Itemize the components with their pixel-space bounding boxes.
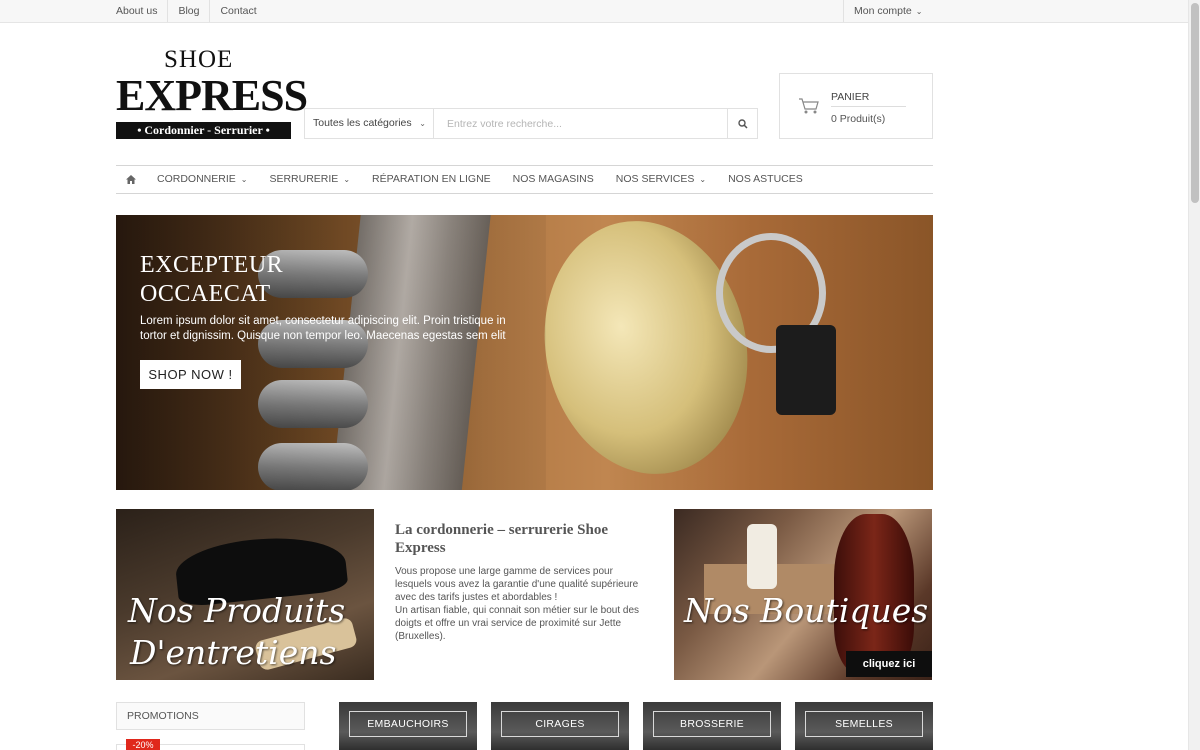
category-tile-label: CIRAGES	[535, 718, 585, 730]
logo-line2: EXPRESS	[116, 71, 308, 120]
hero-title-line2: OCCAECAT	[140, 281, 271, 307]
intro-paragraph2: Un artisan fiable, qui connait son métie…	[395, 605, 640, 642]
intro-title: La cordonnerie – serrurerie Shoe Express	[395, 522, 609, 556]
category-tile-embauchoirs[interactable]: EMBAUCHOIRS	[339, 702, 477, 750]
cart-title: PANIER	[831, 91, 870, 103]
category-tile-label: SEMELLES	[835, 718, 893, 730]
intro-paragraph1: Vous propose une large gamme de services…	[395, 566, 639, 603]
blog-link[interactable]: Blog	[168, 0, 211, 22]
cart-count: 0 Produit(s)	[831, 113, 886, 125]
nav-item-label: RÉPARATION EN LIGNE	[372, 173, 491, 185]
nav-item-astuces[interactable]: NOS ASTUCES	[717, 166, 814, 193]
scrollbar-thumb[interactable]	[1191, 3, 1199, 203]
category-tile-label: EMBAUCHOIRS	[367, 718, 449, 730]
search-input[interactable]	[434, 109, 727, 138]
scrollbar[interactable]	[1188, 0, 1200, 750]
nav-item-label: SERRURERIE	[269, 173, 339, 185]
nav-item-serrurerie[interactable]: SERRURERIE ⌄	[258, 166, 361, 193]
nav-item-label: NOS SERVICES	[615, 173, 695, 185]
promo-image-bottle	[747, 524, 777, 589]
hero-title-line1: EXCEPTEUR	[140, 252, 284, 278]
promo-products-line1: Nos Produits	[128, 591, 346, 630]
nav-item-label: CORDONNERIE	[157, 173, 236, 185]
category-tile-brosserie[interactable]: BROSSERIE	[643, 702, 781, 750]
chevron-down-icon: ⌄	[240, 175, 248, 184]
category-tile-cirages[interactable]: CIRAGES	[491, 702, 629, 750]
nav-home[interactable]	[116, 175, 146, 184]
chevron-down-icon: ⌄	[343, 175, 351, 184]
cart-icon	[799, 98, 819, 114]
hero-title: EXCEPTEUR OCCAECAT	[140, 251, 283, 309]
promo-boutiques-line1: Nos Boutiques	[684, 591, 929, 630]
nav-item-services[interactable]: NOS SERVICES ⌄	[605, 166, 717, 193]
chevron-down-icon: ⌄	[915, 7, 923, 16]
chevron-down-icon: ⌄	[419, 119, 426, 128]
search-button[interactable]	[727, 109, 757, 138]
nav-item-cordonnerie[interactable]: CORDONNERIE ⌄	[146, 166, 258, 193]
promo-boutiques-banner[interactable]: Nos Boutiques cliquez ici	[674, 509, 932, 680]
discount-badge: -20%	[126, 739, 160, 750]
category-select-label: Toutes les catégories	[313, 117, 412, 129]
category-select[interactable]: Toutes les catégories ⌄	[305, 109, 434, 138]
account-menu[interactable]: Mon compte ⌄	[843, 0, 933, 22]
category-tile-label: BROSSERIE	[680, 718, 744, 730]
search-icon	[737, 118, 748, 129]
nav-item-label: NOS MAGASINS	[512, 173, 594, 185]
logo[interactable]: SHOE EXPRESS • Cordonnier - Serrurier •	[116, 46, 308, 139]
logo-line3: • Cordonnier - Serrurier •	[116, 122, 291, 139]
contact-link[interactable]: Contact	[210, 0, 266, 22]
top-links: About us Blog Contact	[116, 0, 933, 22]
promo-products-line2: D'entretiens	[130, 633, 337, 672]
promotions-heading: PROMOTIONS	[116, 702, 305, 730]
about-us-link[interactable]: About us	[116, 0, 169, 22]
hero-text: Lorem ipsum dolor sit amet, consectetur …	[140, 315, 506, 342]
shop-now-button[interactable]: SHOP NOW !	[140, 360, 241, 389]
main-nav: CORDONNERIE ⌄ SERRURERIE ⌄ RÉPARATION EN L…	[116, 165, 933, 194]
search-bar: Toutes les catégories ⌄	[304, 108, 758, 139]
click-here-button[interactable]: cliquez ici	[846, 651, 932, 677]
chevron-down-icon: ⌄	[699, 175, 707, 184]
intro-block: La cordonnerie – serrurerie Shoe Express…	[395, 521, 650, 643]
cart-divider	[831, 106, 906, 107]
hero-banner[interactable]: EXCEPTEUR OCCAECAT Lorem ipsum dolor sit …	[116, 215, 933, 490]
cart-widget[interactable]: PANIER 0 Produit(s)	[779, 73, 933, 139]
top-bar: About us Blog Contact Mon compte ⌄	[0, 0, 1188, 23]
promo-products-banner[interactable]: Nos Produits D'entretiens	[116, 509, 374, 680]
home-icon	[126, 175, 136, 184]
nav-item-reparation[interactable]: RÉPARATION EN LIGNE	[361, 166, 502, 193]
nav-item-magasins[interactable]: NOS MAGASINS	[502, 166, 605, 193]
hero-image-keys	[776, 325, 836, 415]
category-tile-semelles[interactable]: SEMELLES	[795, 702, 933, 750]
logo-line1: SHOE	[164, 46, 234, 73]
nav-item-label: NOS ASTUCES	[728, 173, 803, 185]
account-label: Mon compte	[854, 5, 912, 17]
